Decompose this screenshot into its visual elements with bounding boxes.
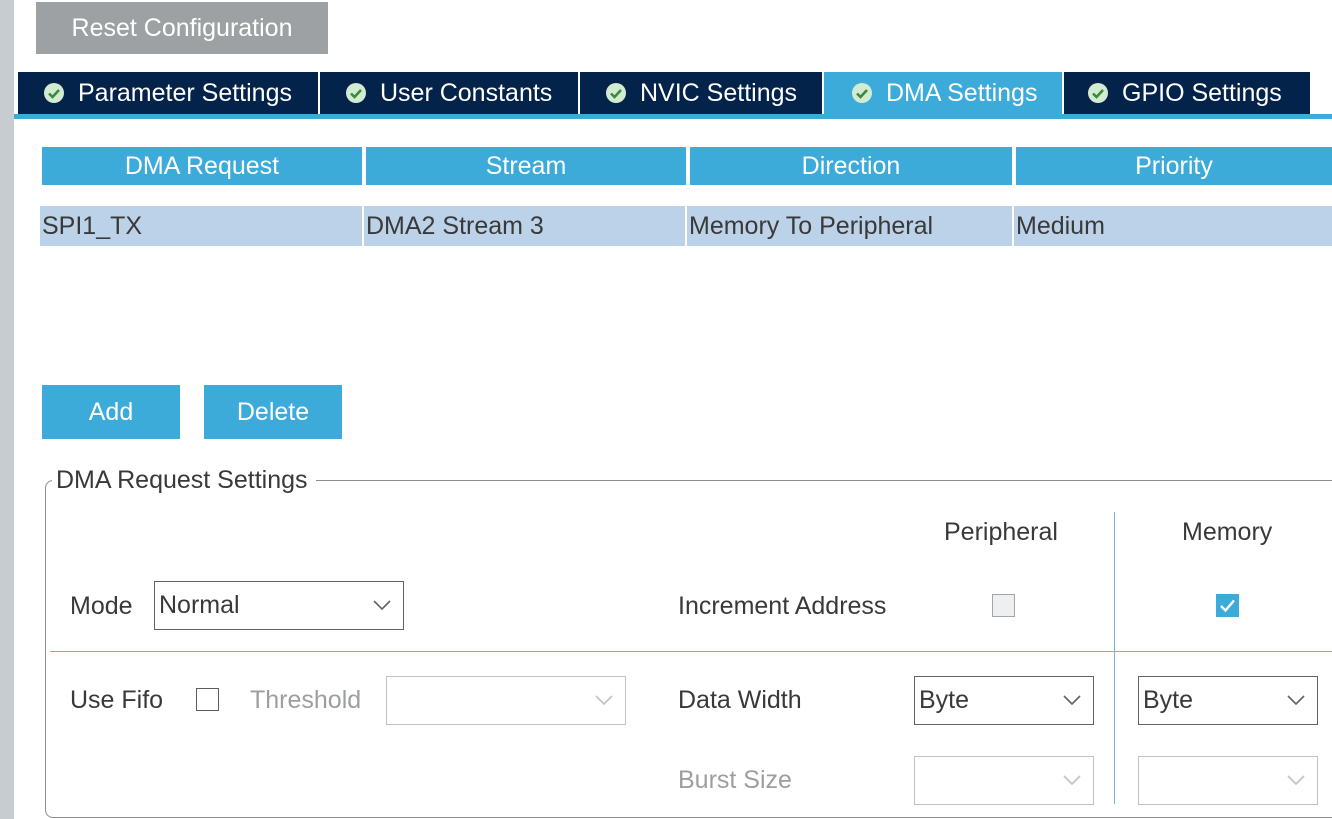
column-header-priority[interactable]: Priority [1016, 147, 1332, 185]
mode-select[interactable]: Normal [154, 581, 404, 630]
memory-data-width-value: Byte [1143, 686, 1194, 714]
use-fifo-checkbox[interactable] [196, 688, 219, 711]
memory-increment-checkbox[interactable] [1216, 594, 1239, 617]
chevron-down-icon [1287, 695, 1305, 706]
add-button[interactable]: Add [42, 385, 180, 439]
chevron-down-icon [373, 600, 391, 611]
peripheral-column-header: Peripheral [944, 518, 1058, 546]
check-circle-icon [44, 83, 64, 103]
tab-label: DMA Settings [886, 78, 1038, 107]
chevron-down-icon [1063, 695, 1081, 706]
settings-divider [50, 651, 1332, 652]
threshold-label: Threshold [250, 686, 362, 714]
check-circle-icon [1088, 83, 1108, 103]
reset-configuration-button[interactable]: Reset Configuration [36, 2, 328, 54]
left-panel-edge [0, 0, 14, 819]
tab-label: NVIC Settings [640, 78, 798, 107]
check-circle-icon [852, 83, 872, 103]
tab-nvic-settings[interactable]: NVIC Settings [580, 72, 824, 114]
tab-label: Parameter Settings [78, 78, 292, 107]
peripheral-data-width-value: Byte [919, 686, 970, 714]
delete-button[interactable]: Delete [204, 385, 342, 439]
peripheral-data-width-select[interactable]: Byte [914, 676, 1094, 725]
table-row[interactable]: SPI1_TX DMA2 Stream 3 Memory To Peripher… [40, 206, 1332, 246]
mode-label: Mode [70, 592, 133, 620]
check-circle-icon [606, 83, 626, 103]
data-width-label: Data Width [678, 686, 802, 714]
chevron-down-icon [1287, 775, 1305, 786]
memory-column-header: Memory [1182, 518, 1273, 546]
memory-burst-size-select[interactable] [1138, 756, 1318, 805]
chevron-down-icon [1063, 775, 1081, 786]
threshold-select[interactable] [386, 676, 626, 725]
cell-dma-request: SPI1_TX [40, 206, 364, 246]
column-divider [1114, 512, 1115, 804]
mode-value: Normal [159, 591, 240, 619]
group-title: DMA Request Settings [52, 466, 316, 495]
increment-address-label: Increment Address [678, 592, 887, 620]
tab-label: GPIO Settings [1122, 78, 1282, 107]
memory-data-width-select[interactable]: Byte [1138, 676, 1318, 725]
tab-parameter-settings[interactable]: Parameter Settings [18, 72, 320, 114]
column-header-direction[interactable]: Direction [690, 147, 1012, 185]
cell-direction: Memory To Peripheral [687, 206, 1014, 246]
use-fifo-label: Use Fifo [70, 686, 164, 714]
tab-label: User Constants [380, 78, 553, 107]
settings-tab-bar: Parameter Settings User Constants NVIC S… [18, 72, 1310, 114]
peripheral-burst-size-select[interactable] [914, 756, 1094, 805]
peripheral-increment-checkbox[interactable] [992, 594, 1015, 617]
column-header-stream[interactable]: Stream [366, 147, 686, 185]
chevron-down-icon [595, 695, 613, 706]
checkmark-icon [1220, 599, 1235, 613]
cell-priority: Medium [1016, 211, 1105, 240]
cell-stream: DMA2 Stream 3 [364, 206, 687, 246]
column-header-dma-request[interactable]: DMA Request [42, 147, 362, 185]
tab-gpio-settings[interactable]: GPIO Settings [1064, 72, 1310, 114]
tab-dma-settings[interactable]: DMA Settings [824, 72, 1064, 114]
check-circle-icon [346, 83, 366, 103]
tab-user-constants[interactable]: User Constants [320, 72, 580, 114]
tab-underline [14, 114, 1332, 119]
burst-size-label: Burst Size [678, 766, 792, 794]
dma-table-header: DMA Request Stream Direction Priority [42, 147, 1332, 185]
